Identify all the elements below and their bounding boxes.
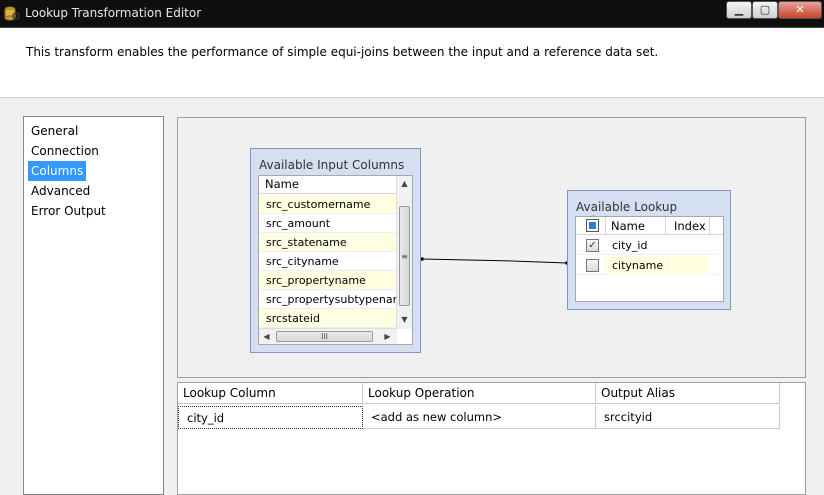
city-id-checkbox[interactable]: ✓ <box>586 239 599 252</box>
column-mapping-canvas[interactable]: Available Input Columns Name src_custome… <box>177 117 806 378</box>
scroll-right-icon[interactable]: ▶ <box>380 329 395 344</box>
lookup-row-city-id[interactable]: ✓ city_id <box>576 236 718 255</box>
column-separator <box>709 217 710 235</box>
input-name-header[interactable]: Name <box>259 176 397 194</box>
scroll-down-icon[interactable]: ▼ <box>397 312 412 327</box>
list-item[interactable]: src_customername <box>259 195 397 214</box>
header-panel: This transform enables the performance o… <box>0 28 824 98</box>
nav-item-error-output[interactable]: Error Output <box>28 201 109 221</box>
lookup-row-cityname[interactable]: cityname <box>576 256 718 275</box>
input-columns-list[interactable]: Name src_customername src_amount src_sta… <box>258 175 413 345</box>
scroll-thumb[interactable]: ≡ <box>399 206 410 306</box>
nav-item-advanced[interactable]: Advanced <box>28 181 93 201</box>
lookup-column-index <box>665 256 709 275</box>
maximize-button[interactable]: ▢ <box>752 1 778 19</box>
available-lookup-columns[interactable]: Available Lookup Columns Name Index ✓ ci… <box>567 190 731 310</box>
list-item[interactable]: src_propertysubtypename <box>259 290 410 309</box>
title-bar: Lookup Transformation Editor ▁ ▢ ✕ <box>0 0 824 28</box>
lookup-column-cell[interactable]: city_id <box>178 406 363 429</box>
minimize-button[interactable]: ▁ <box>726 1 752 19</box>
lookup-mapping-grid[interactable]: Lookup Column Lookup Operation Output Al… <box>177 382 806 495</box>
description-text: This transform enables the performance o… <box>26 45 659 59</box>
scroll-left-icon[interactable]: ◀ <box>259 329 274 344</box>
scroll-thumb-horizontal[interactable]: III <box>276 331 373 342</box>
select-all-checkbox[interactable] <box>586 219 599 232</box>
vertical-scrollbar[interactable]: ▲ ≡ ▼ <box>396 176 412 329</box>
lookup-index-header[interactable]: Index <box>674 219 706 233</box>
nav-item-general[interactable]: General <box>28 121 81 141</box>
cityname-checkbox[interactable] <box>586 259 599 272</box>
lookup-column-index <box>665 236 709 255</box>
grid-header-row: Lookup Column Lookup Operation Output Al… <box>178 383 780 404</box>
lookup-column-header[interactable]: Lookup Column <box>178 383 363 404</box>
lookup-operation-cell[interactable]: <add as new column> <box>363 406 596 429</box>
lookup-header-row: Name Index <box>576 217 723 235</box>
list-item[interactable]: src_propertyname <box>259 271 397 290</box>
scroll-up-icon[interactable]: ▲ <box>397 176 412 191</box>
nav-item-columns[interactable]: Columns <box>28 161 87 181</box>
page-navigation: General Connection Columns Advanced Erro… <box>23 116 164 495</box>
output-alias-cell[interactable]: srccityid <box>596 406 780 429</box>
lookup-operation-header[interactable]: Lookup Operation <box>363 383 596 404</box>
list-item[interactable]: srcstateid <box>259 309 397 328</box>
nav-item-connection[interactable]: Connection <box>28 141 102 161</box>
lookup-column-name: city_id <box>612 239 648 252</box>
list-item[interactable]: src_amount <box>259 214 397 233</box>
list-item[interactable]: src_cityname <box>259 252 397 271</box>
column-separator <box>605 217 606 235</box>
horizontal-scrollbar[interactable]: ◀ III ▶ <box>259 328 397 344</box>
close-button[interactable]: ✕ <box>778 1 822 19</box>
available-input-columns[interactable]: Available Input Columns Name src_custome… <box>250 148 421 353</box>
lookup-column-name: cityname <box>606 256 664 275</box>
list-item[interactable]: src_statename <box>259 233 397 252</box>
lookup-name-header[interactable]: Name <box>611 219 645 233</box>
column-separator <box>665 217 666 235</box>
output-alias-header[interactable]: Output Alias <box>596 383 780 404</box>
window-title: Lookup Transformation Editor <box>25 6 202 20</box>
input-columns-title: Available Input Columns <box>259 158 405 172</box>
database-icon <box>4 6 20 21</box>
table-row[interactable]: city_id <add as new column> srccityid <box>178 406 780 429</box>
lookup-columns-list[interactable]: Name Index ✓ city_id cityname <box>575 216 724 302</box>
